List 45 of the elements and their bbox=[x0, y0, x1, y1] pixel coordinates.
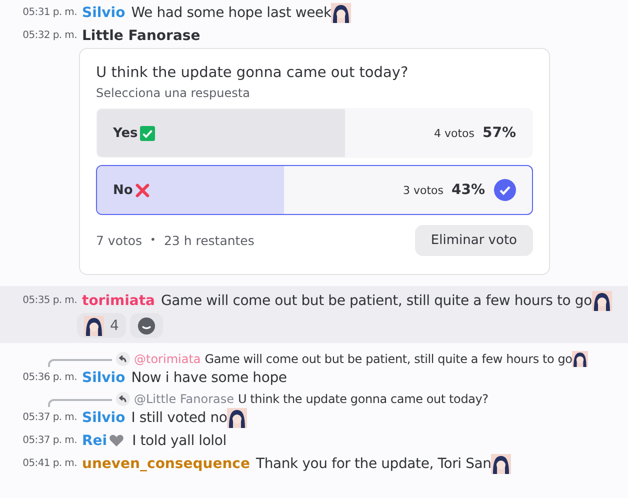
vote-count: 4 votos bbox=[434, 126, 474, 140]
total-votes: 7 votos bbox=[96, 233, 142, 248]
vote-percent: 43% bbox=[451, 182, 485, 198]
vote-count: 3 votos bbox=[402, 184, 444, 196]
reply-preview-text[interactable]: Game will come out but be patient, still quite a few hours to go bbox=[204, 352, 572, 366]
timestamp: 05:35 p. m. bbox=[22, 295, 78, 306]
author-name[interactable]: uneven_consequence bbox=[82, 456, 250, 472]
reply-mention[interactable]: @torimiata bbox=[134, 352, 201, 366]
reply-preview-text[interactable]: U think the update gonna came out today? bbox=[238, 392, 488, 406]
poll-question: U think the update gonna came out today? bbox=[96, 65, 410, 81]
timestamp: 05:41 p. m. bbox=[22, 458, 78, 469]
message-text: We had some hope last week bbox=[131, 4, 332, 20]
time-remaining: 23 h restantes bbox=[164, 233, 254, 248]
separator-dot: • bbox=[150, 235, 156, 246]
timestamp: 05:32 p. m. bbox=[22, 30, 78, 41]
reply-mention[interactable]: @Little Fanorase bbox=[134, 392, 234, 406]
add-reaction-button[interactable] bbox=[130, 313, 163, 338]
author-name[interactable]: Rei bbox=[82, 432, 108, 448]
timestamp: 05:37 p. m. bbox=[22, 435, 78, 446]
reaction-button[interactable]: 4 bbox=[77, 313, 126, 338]
reply-connector bbox=[48, 398, 112, 406]
reply-connector bbox=[48, 358, 112, 366]
timestamp: 05:31 p. m. bbox=[22, 7, 78, 18]
author-name[interactable]: Little Fanorase bbox=[82, 28, 200, 44]
vote-percent: 57% bbox=[482, 125, 516, 141]
poll-subtitle: Selecciona una respuesta bbox=[96, 86, 251, 100]
message-text: Game will come out but be patient, still quite a few hours to go bbox=[161, 292, 592, 308]
author-name[interactable]: Silvio bbox=[82, 370, 126, 386]
poll-option[interactable]: Yes 4 votos 57% bbox=[96, 108, 533, 158]
message-text: I told yall lolol bbox=[132, 432, 226, 448]
message-text: Thank you for the update, Tori San bbox=[256, 456, 492, 472]
author-name[interactable]: torimiata bbox=[82, 292, 155, 308]
smiley-icon bbox=[136, 316, 156, 336]
timestamp: 05:37 p. m. bbox=[22, 412, 78, 423]
selected-check-icon bbox=[494, 179, 516, 201]
author-name[interactable]: Silvio bbox=[82, 410, 126, 426]
message-text: Now i have some hope bbox=[131, 370, 287, 386]
option-label: No bbox=[113, 182, 133, 198]
cross-mark-icon bbox=[134, 182, 150, 198]
poll-option[interactable]: No 3 votos 43% bbox=[96, 165, 533, 215]
option-label: Yes bbox=[113, 126, 138, 140]
author-name[interactable]: Silvio bbox=[82, 4, 126, 20]
remove-vote-button[interactable]: Eliminar voto bbox=[414, 225, 533, 256]
timestamp: 05:36 p. m. bbox=[22, 372, 78, 383]
message-text: I still voted no bbox=[131, 410, 228, 426]
